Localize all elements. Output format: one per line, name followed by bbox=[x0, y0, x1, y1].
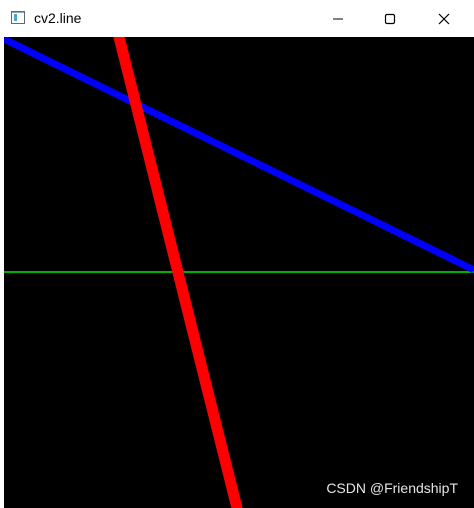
opencv-window: cv2.line CSDN @FriendshipT bbox=[0, 0, 474, 508]
window-title: cv2.line bbox=[34, 10, 82, 26]
close-button[interactable] bbox=[418, 0, 470, 37]
blue-line bbox=[4, 37, 474, 274]
close-icon bbox=[438, 13, 450, 24]
minimize-icon bbox=[333, 18, 343, 19]
title-bar[interactable]: cv2.line bbox=[0, 0, 474, 37]
app-icon bbox=[11, 11, 25, 24]
minimize-button[interactable] bbox=[312, 0, 364, 37]
drawing-surface bbox=[4, 37, 474, 508]
watermark-text: CSDN @FriendshipT bbox=[326, 480, 458, 496]
maximize-button[interactable] bbox=[364, 0, 416, 37]
maximize-icon bbox=[384, 13, 396, 24]
image-canvas: CSDN @FriendshipT bbox=[4, 37, 474, 508]
